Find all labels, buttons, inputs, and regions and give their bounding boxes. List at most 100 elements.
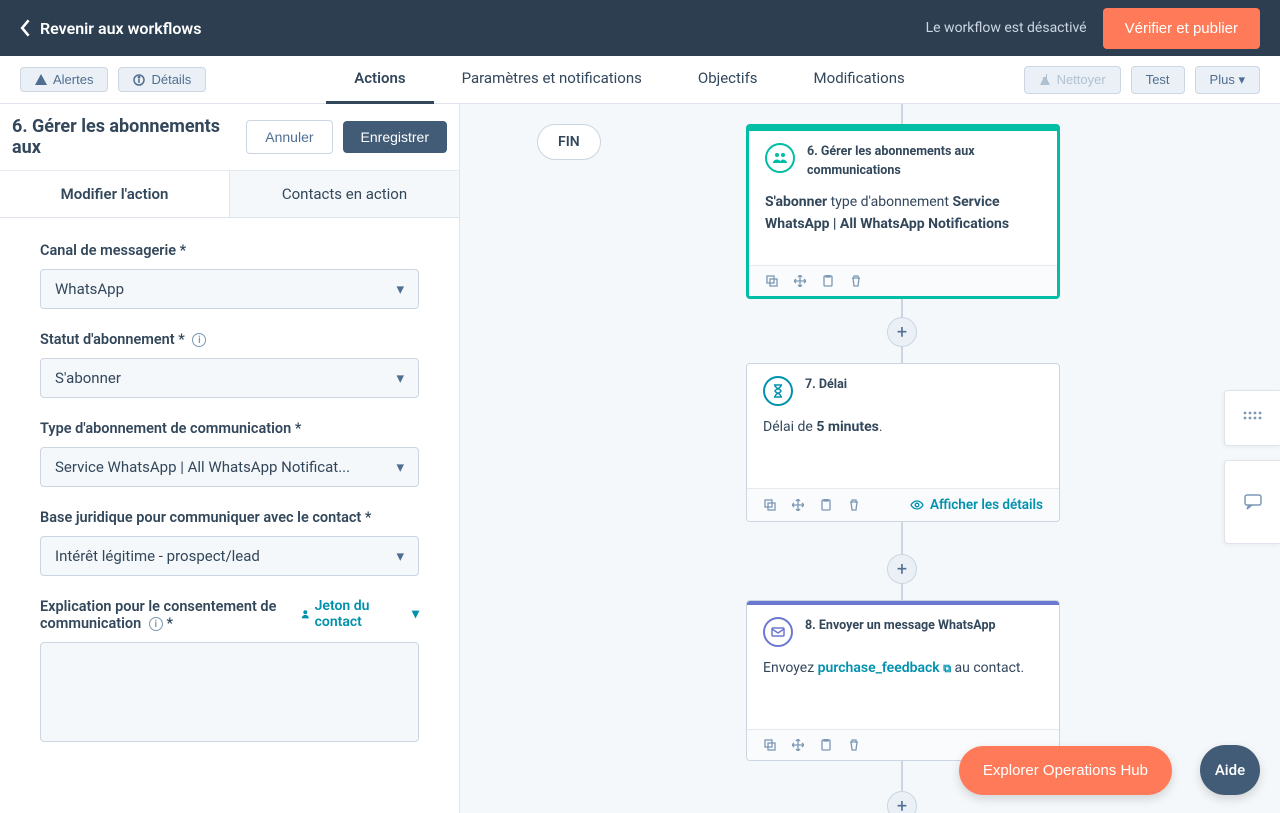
hourglass-icon [763,376,793,406]
card7-dot: . [879,419,883,435]
info-icon [133,74,145,86]
alerts-label: Alertes [53,72,93,87]
tab-objectives[interactable]: Objectifs [670,56,786,104]
details-text: Afficher les détails [930,497,1043,513]
chevron-down-icon: ▾ [396,458,404,476]
type-value: Service WhatsApp | All WhatsApp Notifica… [55,458,350,476]
details-button[interactable]: Détails [118,67,206,92]
more-button[interactable]: Plus ▾ [1195,66,1260,94]
toolbar: Alertes Détails Actions Paramètres et no… [0,56,1280,104]
details-label: Détails [151,72,191,87]
clean-label: Nettoyer [1057,72,1106,87]
toolbar-left: Alertes Détails [20,67,206,92]
explore-operations-hub-button[interactable]: Explorer Operations Hub [959,746,1172,795]
form-body: Canal de messagerie * WhatsApp ▾ Statut … [0,218,459,792]
legal-label: Base juridique pour communiquer avec le … [40,509,419,526]
clipboard-icon[interactable] [819,738,833,752]
alerts-button[interactable]: Alertes [20,67,108,92]
card7-bold: 5 minutes [816,419,879,435]
subtab-edit-action[interactable]: Modifier l'action [0,171,230,217]
card8-text2: au contact. [951,660,1024,676]
card-body: Envoyez purchase_feedback ⧉ au contact. [747,653,1059,729]
back-label: Revenir aux workflows [40,19,201,38]
template-link[interactable]: purchase_feedback ⧉ [818,660,951,676]
chevron-down-icon: ▾ [396,280,404,298]
card-title: 6. Gérer les abonnements aux communicati… [807,143,1041,181]
move-icon[interactable] [793,274,807,288]
trash-icon[interactable] [847,498,861,512]
channel-value: WhatsApp [55,280,124,298]
main-split: 6. Gérer les abonnements aux Annuler Enr… [0,104,1280,813]
consent-label: Explication pour le consentement de comm… [40,598,300,632]
form-group-channel: Canal de messagerie * WhatsApp ▾ [40,242,419,309]
card8-text1: Envoyez [763,660,818,676]
broom-icon [1039,74,1051,86]
subtab-contacts-in-action[interactable]: Contacts en action [230,171,459,217]
show-details-link[interactable]: Afficher les détails [910,497,1043,513]
contact-token-link[interactable]: Jeton du contact ▾ [300,598,419,630]
workflow-canvas[interactable]: FIN 6. Gérer les abonnements aux communi… [460,104,1280,813]
workflow-card-6[interactable]: 6. Gérer les abonnements aux communicati… [746,124,1060,299]
people-icon [765,143,795,173]
caret-down-icon: ▾ [412,606,419,622]
card-footer: Afficher les détails [747,488,1059,521]
form-group-type: Type d'abonnement de communication * Ser… [40,420,419,487]
chevron-down-icon: ▾ [396,547,404,565]
legal-value: Intérêt légitime - prospect/lead [55,547,260,565]
type-label: Type d'abonnement de communication * [40,420,419,437]
tab-settings[interactable]: Paramètres et notifications [434,56,670,104]
grid-handle-icon[interactable] [1224,390,1280,446]
copy-icon[interactable] [765,274,779,288]
add-action-button[interactable]: + [887,791,917,813]
help-button[interactable]: Aide [1200,745,1260,795]
channel-label: Canal de messagerie * [40,242,419,259]
main-tabs: Actions Paramètres et notifications Obje… [326,56,933,104]
trash-icon[interactable] [849,274,863,288]
type-select[interactable]: Service WhatsApp | All WhatsApp Notifica… [40,447,419,487]
cancel-button[interactable]: Annuler [246,120,332,154]
card8-link-text: purchase_feedback [818,660,940,676]
card6-mid: type d'abonnement [827,194,952,210]
card-title: 7. Délai [805,376,847,395]
clipboard-icon[interactable] [819,498,833,512]
add-action-button[interactable]: + [887,317,917,347]
status-select[interactable]: S'abonner ▾ [40,358,419,398]
move-icon[interactable] [791,738,805,752]
consent-textarea[interactable] [40,642,419,742]
fin-node[interactable]: FIN [537,124,601,160]
status-label-text: Statut d'abonnement * [40,331,185,348]
copy-icon[interactable] [763,738,777,752]
envelope-icon [763,617,793,647]
add-action-button[interactable]: + [887,554,917,584]
card-head: 7. Délai [747,364,1059,412]
move-icon[interactable] [791,498,805,512]
token-label: Jeton du contact [315,598,408,630]
channel-select[interactable]: WhatsApp ▾ [40,269,419,309]
header-right: Le workflow est désactivé Vérifier et pu… [926,8,1260,49]
trash-icon[interactable] [847,738,861,752]
comment-icon[interactable] [1224,460,1280,544]
info-icon[interactable]: i [149,617,163,631]
info-icon[interactable]: i [192,333,206,347]
form-group-status: Statut d'abonnement * i S'abonner ▾ [40,331,419,398]
back-to-workflows-link[interactable]: Revenir aux workflows [20,19,201,38]
workflow-disabled-text: Le workflow est désactivé [926,20,1087,36]
workflow-card-7[interactable]: 7. Délai Délai de 5 minutes. Afficher le… [746,363,1060,522]
verify-publish-button[interactable]: Vérifier et publier [1103,8,1260,49]
test-button[interactable]: Test [1131,66,1185,94]
save-button[interactable]: Enregistrer [343,121,447,153]
status-value: S'abonner [55,369,121,387]
panel-title: 6. Gérer les abonnements aux [12,116,246,158]
external-link-icon: ⧉ [943,662,951,675]
copy-icon[interactable] [763,498,777,512]
clipboard-icon[interactable] [821,274,835,288]
panel-subtabs: Modifier l'action Contacts en action [0,171,459,218]
chevron-left-icon [20,19,32,37]
card-body: S'abonner type d'abonnement Service What… [749,187,1057,266]
legal-select[interactable]: Intérêt légitime - prospect/lead ▾ [40,536,419,576]
tab-actions[interactable]: Actions [326,56,433,104]
tab-modifications[interactable]: Modifications [786,56,933,104]
clean-button[interactable]: Nettoyer [1024,66,1121,94]
workflow-card-8[interactable]: 8. Envoyer un message WhatsApp Envoyez p… [746,600,1060,761]
card7-text1: Délai de [763,419,816,435]
